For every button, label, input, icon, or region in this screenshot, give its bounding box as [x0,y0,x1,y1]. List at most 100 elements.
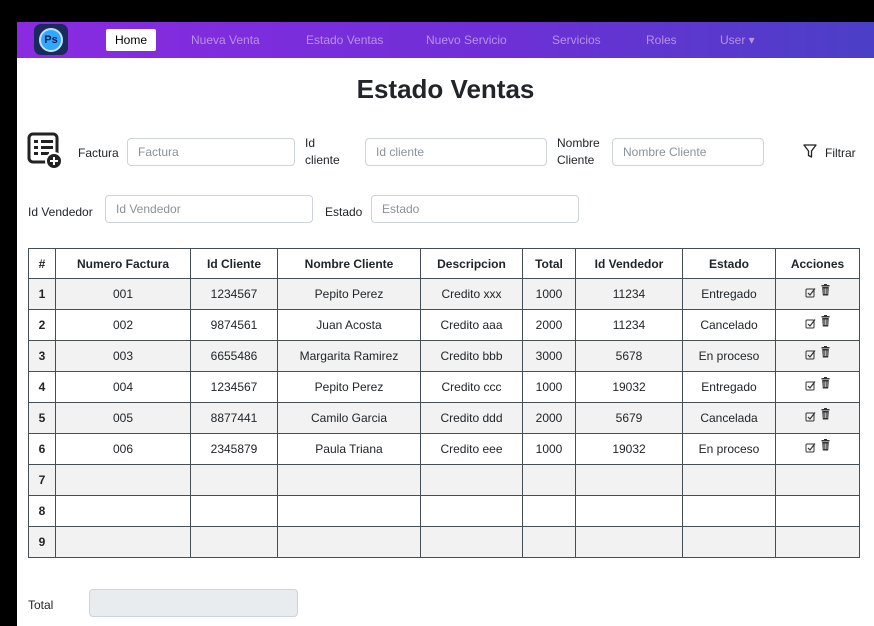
cell-total: 2000 [522,309,576,341]
cell-nombre-cliente [277,495,421,527]
cell-acciones [775,309,860,341]
cell-id-vendedor: 19032 [575,371,683,403]
table-row: 1 001 1234567 Pepito Perez Credito xxx 1000 11… [28,278,860,310]
cell-nombre-cliente: Margarita Ramirez [277,340,421,372]
trash-icon[interactable] [821,314,830,327]
check-square-icon[interactable] [805,349,816,360]
cell-nombre-cliente: Juan Acosta [277,309,421,341]
estado-input[interactable] [371,195,579,223]
cell-nombre-cliente: Pepito Perez [277,371,421,403]
id-vendedor-label: Id Vendedor [28,205,93,219]
cell-nombre-cliente [277,526,421,558]
nombre-cliente-input[interactable] [612,138,764,166]
cell-id-cliente [190,526,278,558]
cell-descripcion [420,526,523,558]
cell-acciones [775,526,860,558]
table-row: 3 003 6655486 Margarita Ramirez Credito bbb 3… [28,340,860,372]
trash-icon[interactable] [821,438,830,451]
cell-row-number: 6 [28,433,56,465]
cell-id-vendedor [575,495,683,527]
check-square-icon[interactable] [805,287,816,298]
cell-numero-factura: 002 [55,309,191,341]
cell-estado [682,526,776,558]
cell-row-number: 8 [28,495,56,527]
page-title: Estado Ventas [356,74,535,104]
estado-label: Estado [325,205,363,219]
cell-id-vendedor: 19032 [575,433,683,465]
factura-label: Factura [78,146,119,160]
trash-icon[interactable] [821,283,830,296]
cell-row-number: 4 [28,371,56,403]
cell-acciones [775,464,860,496]
cell-acciones [775,340,860,372]
cell-numero-factura: 003 [55,340,191,372]
nav-user-dropdown[interactable]: User ▾ [720,29,755,51]
brand-logo[interactable]: Ps [34,24,68,55]
filter-funnel-icon [803,144,817,162]
check-square-icon[interactable] [805,442,816,453]
cell-numero-factura: 005 [55,402,191,434]
nav-nueva-venta[interactable]: Nueva Venta [191,29,260,51]
nav-home[interactable]: Home [106,29,157,51]
cell-nombre-cliente: Paula Triana [277,433,421,465]
cell-numero-factura [55,495,191,527]
col-numero-factura: Numero Factura [55,248,191,279]
cell-descripcion: Credito aaa [420,309,523,341]
trash-icon[interactable] [821,345,830,358]
table-row: 4 004 1234567 Pepito Perez Credito ccc 1000 19… [28,371,860,403]
check-square-icon[interactable] [805,411,816,422]
cell-estado [682,464,776,496]
cell-id-vendedor: 5678 [575,340,683,372]
cell-acciones [775,402,860,434]
nav-roles[interactable]: Roles [646,29,677,51]
nombre-cliente-label-line1: Nombre [557,136,600,150]
cell-id-vendedor [575,464,683,496]
table-row: 9 [28,526,860,558]
cell-estado: Cancelado [682,309,776,341]
col-estado: Estado [682,248,776,279]
id-cliente-input[interactable] [365,138,547,166]
trash-icon[interactable] [821,407,830,420]
cell-id-cliente: 1234567 [190,371,278,403]
factura-input[interactable] [127,138,295,166]
table-row: 2 002 9874561 Juan Acosta Credito aaa 2000 112… [28,309,860,341]
check-square-icon[interactable] [805,318,816,329]
cell-row-number: 5 [28,402,56,434]
col-nombre-cliente: Nombre Cliente [277,248,421,279]
nav-servicios[interactable]: Servicios [552,29,601,51]
id-vendedor-input[interactable] [105,195,313,223]
col-descripcion: Descripcion [420,248,523,279]
cell-total [522,495,576,527]
cell-descripcion: Credito eee [420,433,523,465]
cell-estado: Entregado [682,371,776,403]
total-label: Total [28,598,54,612]
cell-acciones [775,433,860,465]
cell-numero-factura [55,526,191,558]
filtrar-button[interactable]: Filtrar [803,144,856,162]
table-row: 6 006 2345879 Paula Triana Credito eee 1000 19… [28,433,860,465]
table-row: 7 [28,464,860,496]
cell-estado: Entregado [682,278,776,310]
nav-estado-ventas[interactable]: Estado Ventas [306,29,383,51]
cell-descripcion [420,495,523,527]
form-list-add-icon [27,132,63,175]
cell-total: 1000 [522,278,576,310]
col-id-cliente: Id Cliente [190,248,278,279]
nav-nuevo-servicio[interactable]: Nuevo Servicio [426,29,507,51]
cell-total [522,464,576,496]
cell-id-cliente: 8877441 [190,402,278,434]
cell-total: 1000 [522,371,576,403]
cell-numero-factura: 001 [55,278,191,310]
cell-total: 1000 [522,433,576,465]
table-row: 5 005 8877441 Camilo Garcia Credito ddd 2000 5… [28,402,860,434]
check-square-icon[interactable] [805,380,816,391]
cell-id-cliente [190,495,278,527]
cell-row-number: 2 [28,309,56,341]
col-total: Total [522,248,576,279]
app-window: Ps Home Nueva Venta Estado Ventas Nuevo … [17,22,874,626]
cell-total: 2000 [522,402,576,434]
trash-icon[interactable] [821,376,830,389]
cell-acciones [775,371,860,403]
cell-id-vendedor: 5679 [575,402,683,434]
cell-estado: Cancelada [682,402,776,434]
